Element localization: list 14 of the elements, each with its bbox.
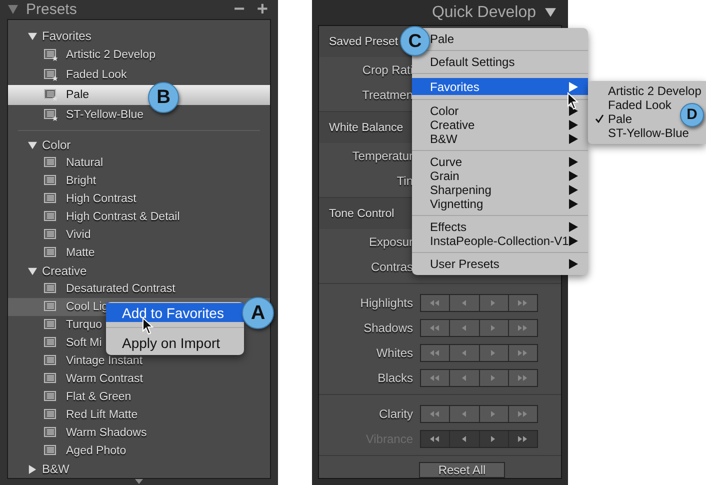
adjustment-label: Highlights xyxy=(359,296,413,310)
adjustment-label: Temperatur xyxy=(351,148,413,162)
adjustment-label: Crop Rati xyxy=(361,62,413,76)
adjustment-label: Blacks xyxy=(376,370,413,384)
adjustment-label: Clarity xyxy=(378,406,413,420)
adjustment-label: Shadows xyxy=(362,320,413,334)
callout-badge: D xyxy=(680,103,704,127)
callout-badge: B xyxy=(148,82,179,113)
adjustment-label: Contras xyxy=(370,260,413,274)
adjustment-label: Exposur xyxy=(368,234,413,248)
panel-title: Quick Develop xyxy=(432,4,536,22)
adjustment-label: Whites xyxy=(375,346,413,360)
panel-title: Presets xyxy=(26,1,78,18)
adjustment-label: Treatmen xyxy=(361,88,413,102)
